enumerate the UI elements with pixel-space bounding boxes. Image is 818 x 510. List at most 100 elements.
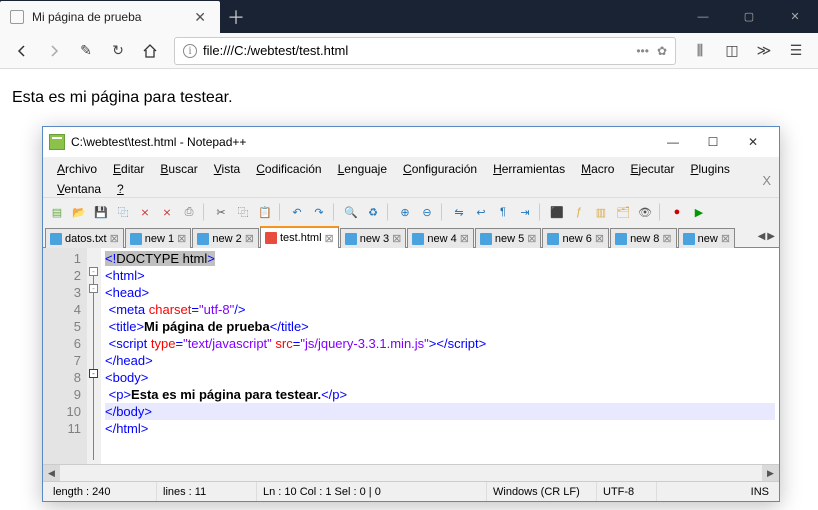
window-maximize-button[interactable]: ▢ [726, 0, 772, 33]
file-tab[interactable]: new 4⊠ [407, 228, 474, 248]
window-minimize-button[interactable]: — [680, 0, 726, 33]
overflow-button[interactable]: ≫ [750, 37, 778, 65]
npp-close-button[interactable]: ✕ [733, 128, 773, 156]
tool-monitor-icon[interactable]: 👁 [635, 202, 655, 222]
tool-print-icon[interactable]: ⎙ [179, 202, 199, 222]
file-tab[interactable]: new 5⊠ [475, 228, 542, 248]
tool-record-icon[interactable]: ● [667, 202, 687, 222]
tool-play-icon[interactable]: ▶ [689, 202, 709, 222]
menu-archivo[interactable]: Archivo [49, 159, 105, 179]
tool-replace-icon[interactable]: ♻ [363, 202, 383, 222]
menu-macro[interactable]: Macro [573, 159, 622, 179]
tab-close-icon[interactable]: ⊠ [460, 232, 469, 245]
status-position: Ln : 10 Col : 1 Sel : 0 | 0 [257, 482, 487, 501]
url-action-star[interactable]: ✿ [657, 44, 667, 58]
tool-wrap-icon[interactable]: ↩ [471, 202, 491, 222]
tool-save-icon[interactable]: 💾 [91, 202, 111, 222]
tool-map-icon[interactable]: ▥ [591, 202, 611, 222]
hscroll-right[interactable]: ▶ [762, 465, 779, 482]
sidebar-button[interactable]: ◫ [718, 37, 746, 65]
tool-zoomin-icon[interactable]: ⊕ [395, 202, 415, 222]
tool-indent-icon[interactable]: ⇥ [515, 202, 535, 222]
file-tab[interactable]: new 8⊠ [610, 228, 677, 248]
tool-find-icon[interactable]: 🔍 [341, 202, 361, 222]
tool-zoomout-icon[interactable]: ⊖ [417, 202, 437, 222]
url-action-dots[interactable]: ••• [636, 44, 649, 58]
tab-close-icon[interactable]: ⊠ [245, 232, 254, 245]
url-bar[interactable]: i file:///C:/webtest/test.html ••• ✿ [174, 37, 676, 65]
tool-closeall-icon[interactable]: ⨯ [157, 202, 177, 222]
menu-?[interactable]: ? [109, 179, 132, 199]
menu-ejecutar[interactable]: Ejecutar [622, 159, 682, 179]
tab-close-icon[interactable]: ⊠ [325, 232, 334, 245]
page-favicon [10, 10, 24, 24]
back-button[interactable] [8, 37, 36, 65]
site-info-icon[interactable]: i [183, 44, 197, 58]
tool-new-icon[interactable]: ▤ [47, 202, 67, 222]
tool-allchars-icon[interactable]: ¶ [493, 202, 513, 222]
fold-toggle-icon[interactable]: - [89, 369, 98, 378]
tool-close-icon[interactable]: ⨯ [135, 202, 155, 222]
tab-close-icon[interactable]: ⊠ [721, 232, 730, 245]
tool-func-icon[interactable]: ƒ [569, 202, 589, 222]
tab-label: test.html [280, 232, 322, 244]
home-button[interactable] [136, 37, 164, 65]
tool-saveall-icon[interactable]: ⿻ [113, 202, 133, 222]
file-tab[interactable]: datos.txt⊠ [45, 228, 124, 248]
menu-herramientas[interactable]: Herramientas [485, 159, 573, 179]
tool-undo-icon[interactable]: ↶ [287, 202, 307, 222]
menu-button[interactable]: ☰ [782, 37, 810, 65]
tool-folder-icon[interactable]: 🗂 [613, 202, 633, 222]
tool-redo-icon[interactable]: ↷ [309, 202, 329, 222]
menu-ventana[interactable]: Ventana [49, 179, 109, 199]
tool-copy-icon[interactable]: ⿻ [233, 202, 253, 222]
menu-plugins[interactable]: Plugins [683, 159, 738, 179]
menu-vista[interactable]: Vista [206, 159, 248, 179]
window-close-button[interactable]: ✕ [772, 0, 818, 33]
tool-cut-icon[interactable]: ✂ [211, 202, 231, 222]
browser-tab-active[interactable]: Mi página de prueba ✕ [0, 1, 220, 33]
reload-button[interactable]: ↻ [104, 37, 132, 65]
file-icon [547, 233, 559, 245]
tool-open-icon[interactable]: 📂 [69, 202, 89, 222]
menu-editar[interactable]: Editar [105, 159, 152, 179]
file-tab[interactable]: new 6⊠ [542, 228, 609, 248]
menu-codificación[interactable]: Codificación [248, 159, 329, 179]
tab-close-icon[interactable]: ⊠ [177, 232, 186, 245]
tab-close-icon[interactable]: ⊠ [662, 232, 671, 245]
new-tab-button[interactable]: ＋ [220, 0, 252, 33]
status-encoding: UTF-8 [597, 482, 657, 501]
file-tab[interactable]: new 3⊠ [340, 228, 407, 248]
file-tab[interactable]: new⊠ [678, 228, 735, 248]
npp-minimize-button[interactable]: — [653, 128, 693, 156]
file-tab[interactable]: test.html⊠ [260, 226, 339, 248]
menu-lenguaje[interactable]: Lenguaje [330, 159, 395, 179]
fold-toggle-icon[interactable]: - [89, 284, 98, 293]
menu-buscar[interactable]: Buscar [152, 159, 205, 179]
forward-button[interactable] [40, 37, 68, 65]
file-icon [480, 233, 492, 245]
tab-close-icon[interactable]: ⊠ [595, 232, 604, 245]
tabs-scroll-left[interactable]: ◀ [758, 231, 766, 242]
menu-configuración[interactable]: Configuración [395, 159, 485, 179]
npp-maximize-button[interactable]: ☐ [693, 128, 733, 156]
file-tab[interactable]: new 1⊠ [125, 228, 192, 248]
dev-button[interactable]: ✎ [72, 37, 100, 65]
tabs-scroll-right[interactable]: ▶ [767, 231, 775, 242]
status-length: length : 240 [47, 482, 157, 501]
browser-tab-title: Mi página de prueba [32, 10, 190, 24]
tool-sync-icon[interactable]: ⇋ [449, 202, 469, 222]
menubar-close-icon[interactable]: X [762, 173, 771, 188]
tab-close-icon[interactable]: ⊠ [527, 232, 536, 245]
tab-close-icon[interactable]: ✕ [190, 9, 210, 26]
file-tab[interactable]: new 2⊠ [192, 228, 259, 248]
tab-close-icon[interactable]: ⊠ [392, 232, 401, 245]
tab-close-icon[interactable]: ⊠ [110, 232, 119, 245]
hscroll-left[interactable]: ◀ [43, 465, 60, 482]
file-icon [130, 233, 142, 245]
fold-toggle-icon[interactable]: - [89, 267, 98, 276]
tool-lang-icon[interactable]: ⬛ [547, 202, 567, 222]
tool-paste-icon[interactable]: 📋 [255, 202, 275, 222]
code-editor[interactable]: <!DOCTYPE html><html><head> <meta charse… [101, 248, 779, 464]
library-button[interactable]: ⫼ [686, 37, 714, 65]
